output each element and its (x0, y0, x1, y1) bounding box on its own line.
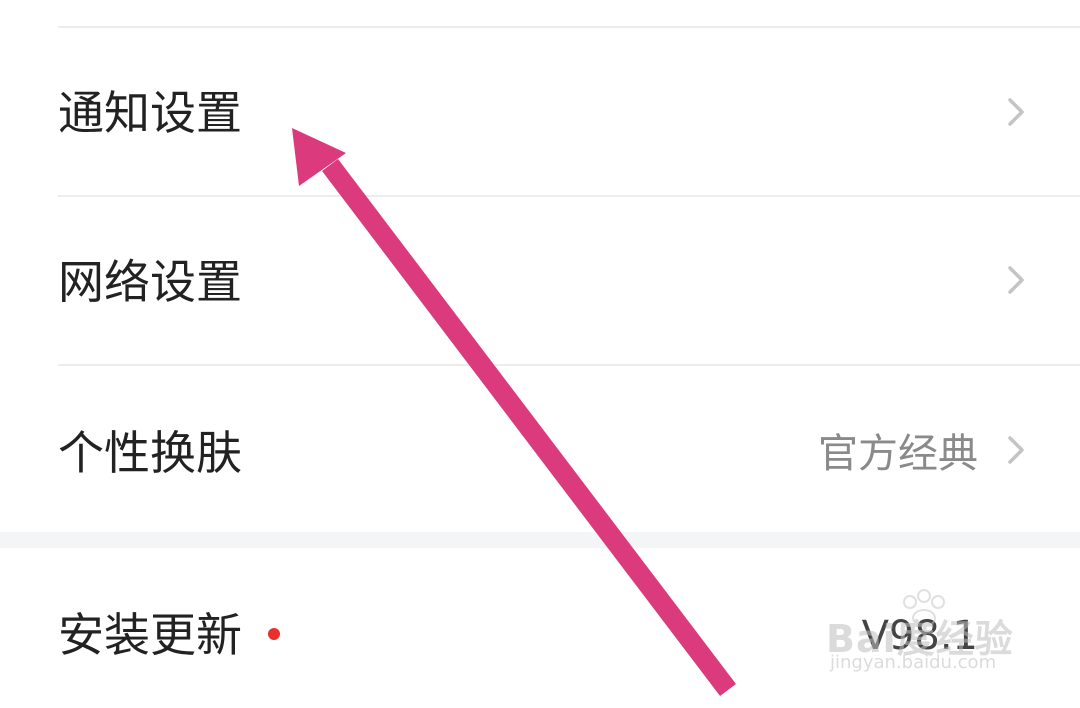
settings-row-label: 网络设置 (58, 255, 242, 309)
settings-page: 通知设置 网络设置 个性换肤 官方经典 安装更新 V98.1 Bai度经验 ji… (0, 0, 1080, 708)
watermark-logo: Bai度经验 jingyan.baidu.com (826, 588, 1026, 688)
chevron-right-icon (1008, 266, 1024, 294)
settings-row-network[interactable]: 网络设置 (0, 197, 1080, 365)
chevron-right-icon (1008, 436, 1024, 464)
settings-row-value: 官方经典 (818, 431, 978, 477)
watermark-url: jingyan.baidu.com (830, 652, 997, 673)
settings-row-label: 安装更新 (58, 608, 242, 662)
update-badge-dot (268, 628, 280, 640)
section-separator (0, 532, 1080, 548)
settings-row-label: 通知设置 (58, 86, 242, 140)
settings-row-skin[interactable]: 个性换肤 官方经典 (0, 366, 1080, 534)
settings-row-notification[interactable]: 通知设置 (0, 28, 1080, 196)
settings-row-label: 个性换肤 (58, 426, 242, 480)
chevron-right-icon (1008, 98, 1024, 126)
